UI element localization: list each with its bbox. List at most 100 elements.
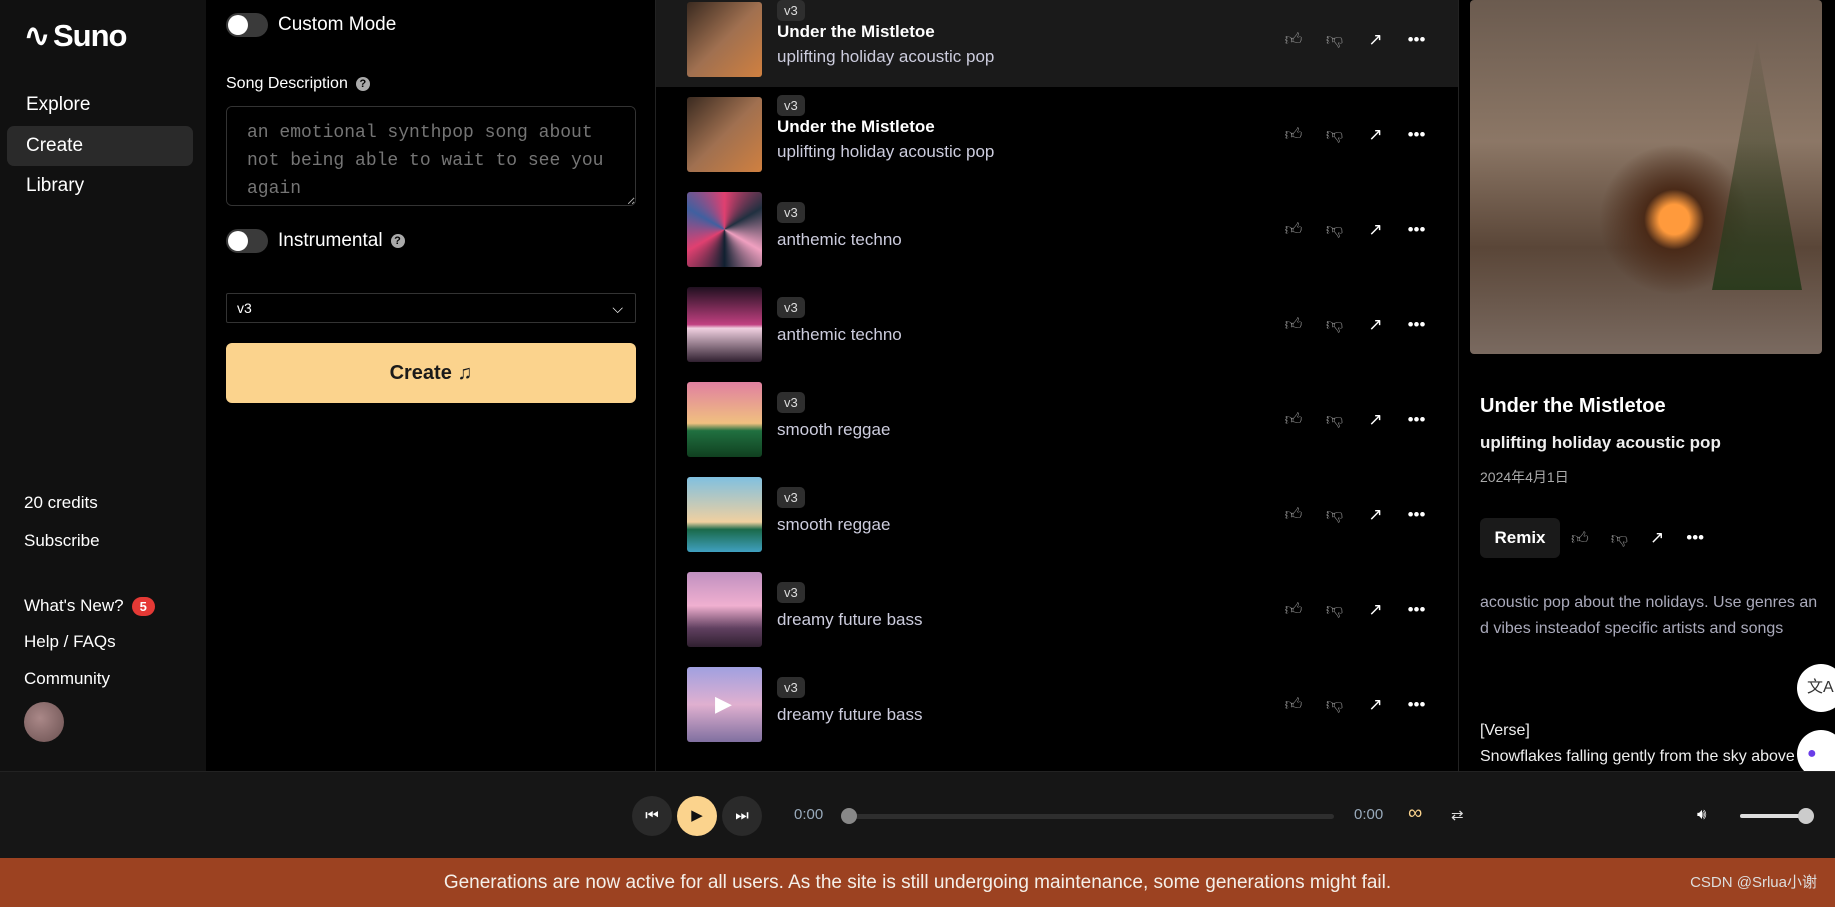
- model-select[interactable]: v3 ⌵: [226, 293, 636, 323]
- christmas-tree: [1712, 40, 1802, 290]
- thumbs-down-icon[interactable]: 👎︎: [1325, 409, 1344, 430]
- maintenance-banner: Generations are now active for all users…: [0, 858, 1835, 907]
- more-icon[interactable]: •••: [1407, 410, 1426, 430]
- more-icon[interactable]: •••: [1686, 528, 1704, 549]
- sidebar: ∿ Suno Explore Create Library 20 credits …: [0, 0, 206, 771]
- help-link[interactable]: Help / FAQs: [24, 632, 116, 652]
- song-row[interactable]: v3 anthemic techno 👍︎ 👎︎ ↗ •••: [656, 182, 1458, 277]
- cover-art: [1470, 0, 1822, 354]
- song-row[interactable]: v3 Under the Mistletoe uplifting holiday…: [656, 0, 1458, 87]
- volume-handle[interactable]: [1798, 808, 1814, 824]
- song-row[interactable]: ▶ v3 dreamy future bass 👍︎ 👎︎ ↗ •••: [656, 657, 1458, 752]
- help-icon[interactable]: ?: [390, 233, 405, 248]
- translate-icon[interactable]: 文A: [1797, 664, 1835, 712]
- custom-mode-toggle[interactable]: [226, 13, 268, 37]
- more-icon[interactable]: •••: [1407, 30, 1426, 50]
- volume-icon[interactable]: 🔊︎: [1697, 806, 1706, 823]
- share-icon[interactable]: ↗: [1366, 30, 1385, 50]
- suno-logo[interactable]: ∿ Suno: [24, 18, 127, 54]
- nav-explore[interactable]: Explore: [7, 85, 193, 125]
- repeat-icon[interactable]: ⇄: [1451, 806, 1464, 824]
- nav-create[interactable]: Create: [7, 126, 193, 166]
- progress-bar[interactable]: [850, 814, 1334, 819]
- more-icon[interactable]: •••: [1407, 695, 1426, 715]
- song-thumbnail[interactable]: [687, 192, 762, 267]
- community-link[interactable]: Community: [24, 669, 110, 689]
- detail-style: uplifting holiday acoustic pop: [1480, 433, 1721, 452]
- thumbs-down-icon[interactable]: 👎︎: [1325, 694, 1344, 715]
- player-bar: ⏮ ▶ ⏭ 0:00 0:00 ∞ ⇄ 🔊︎: [0, 771, 1835, 858]
- song-row[interactable]: v3 anthemic techno 👍︎ 👎︎ ↗ •••: [656, 277, 1458, 372]
- more-icon[interactable]: •••: [1407, 505, 1426, 525]
- song-thumbnail[interactable]: [687, 287, 762, 362]
- thumbs-up-icon[interactable]: 👍︎: [1284, 599, 1303, 620]
- thumbs-down-icon[interactable]: 👎︎: [1325, 29, 1344, 50]
- song-row[interactable]: v3 smooth reggae 👍︎ 👎︎ ↗ •••: [656, 467, 1458, 562]
- thumbs-up-icon[interactable]: 👍︎: [1571, 528, 1589, 549]
- lyrics: [Verse] Snowflakes falling gently from th…: [1480, 722, 1795, 765]
- previous-icon[interactable]: ⏮: [632, 796, 672, 836]
- thumbs-up-icon[interactable]: 👍︎: [1284, 694, 1303, 715]
- song-row[interactable]: v3 smooth reggae 👍︎ 👎︎ ↗ •••: [656, 372, 1458, 467]
- chevron-down-icon: ⌵: [612, 300, 623, 316]
- song-row[interactable]: v3 dreamy future bass 👍︎ 👎︎ ↗ •••: [656, 562, 1458, 657]
- share-icon[interactable]: ↗: [1366, 220, 1385, 240]
- share-icon[interactable]: ↗: [1366, 695, 1385, 715]
- more-icon[interactable]: •••: [1407, 220, 1426, 240]
- song-thumbnail[interactable]: [687, 97, 762, 172]
- song-title[interactable]: Under the Mistletoe: [777, 22, 935, 42]
- volume-slider[interactable]: [1740, 814, 1806, 818]
- share-icon[interactable]: ↗: [1366, 125, 1385, 145]
- progress-handle[interactable]: [841, 808, 857, 824]
- infinite-loop-icon[interactable]: ∞: [1408, 802, 1422, 825]
- thumbs-down-icon[interactable]: 👎︎: [1325, 219, 1344, 240]
- song-thumbnail[interactable]: [687, 2, 762, 77]
- share-icon[interactable]: ↗: [1366, 505, 1385, 525]
- instrumental-toggle[interactable]: [226, 229, 268, 253]
- thumbs-down-icon[interactable]: 👎︎: [1325, 124, 1344, 145]
- more-icon[interactable]: •••: [1407, 315, 1426, 335]
- more-icon[interactable]: •••: [1407, 600, 1426, 620]
- thumbs-up-icon[interactable]: 👍︎: [1284, 219, 1303, 240]
- detail-prompt: acoustic pop about the nolidays. Use gen…: [1480, 594, 1818, 637]
- song-thumbnail[interactable]: [687, 382, 762, 457]
- play-overlay-icon[interactable]: ▶: [715, 691, 732, 717]
- thumbs-up-icon[interactable]: 👍︎: [1284, 409, 1303, 430]
- music-note-icon: ♫: [457, 362, 473, 384]
- thumbs-down-icon[interactable]: 👎︎: [1611, 528, 1628, 549]
- more-icon[interactable]: •••: [1407, 125, 1426, 145]
- help-icon[interactable]: ?: [355, 76, 370, 91]
- thumbs-down-icon[interactable]: 👎︎: [1325, 314, 1344, 335]
- next-icon[interactable]: ⏭: [722, 796, 762, 836]
- song-title[interactable]: Under the Mistletoe: [777, 117, 935, 137]
- suno-wave-icon: ∿: [24, 18, 50, 53]
- thumbs-up-icon[interactable]: 👍︎: [1284, 504, 1303, 525]
- credits: 20 credits: [24, 493, 98, 512]
- nav-library[interactable]: Library: [7, 166, 193, 206]
- remix-button[interactable]: Remix: [1480, 518, 1560, 558]
- thumbs-down-icon[interactable]: 👎︎: [1325, 504, 1344, 525]
- share-icon[interactable]: ↗: [1366, 410, 1385, 430]
- avatar[interactable]: [24, 702, 64, 742]
- detail-title: Under the Mistletoe: [1480, 395, 1666, 417]
- share-icon[interactable]: ↗: [1366, 315, 1385, 335]
- whats-new-link[interactable]: What's New? 5: [24, 596, 155, 617]
- song-description-input[interactable]: [226, 106, 636, 206]
- play-icon[interactable]: ▶: [677, 796, 717, 836]
- detail-date: 2024年4月1日: [1480, 469, 1569, 485]
- thumbs-down-icon[interactable]: 👎︎: [1325, 599, 1344, 620]
- thumbs-up-icon[interactable]: 👍︎: [1284, 314, 1303, 335]
- share-icon[interactable]: ↗: [1650, 528, 1664, 549]
- create-button[interactable]: Create ♫: [226, 343, 636, 403]
- thumbs-up-icon[interactable]: 👍︎: [1284, 29, 1303, 50]
- song-description-label: Song Description?: [226, 75, 370, 93]
- song-thumbnail[interactable]: [687, 572, 762, 647]
- subscribe-link[interactable]: Subscribe: [24, 531, 100, 551]
- song-row[interactable]: v3 Under the Mistletoe uplifting holiday…: [656, 87, 1458, 182]
- song-thumbnail[interactable]: ▶: [687, 667, 762, 742]
- song-thumbnail[interactable]: [687, 477, 762, 552]
- custom-mode-label: Custom Mode: [278, 14, 397, 35]
- share-icon[interactable]: ↗: [1366, 600, 1385, 620]
- song-style: dreamy future bass: [777, 610, 923, 629]
- thumbs-up-icon[interactable]: 👍︎: [1284, 124, 1303, 145]
